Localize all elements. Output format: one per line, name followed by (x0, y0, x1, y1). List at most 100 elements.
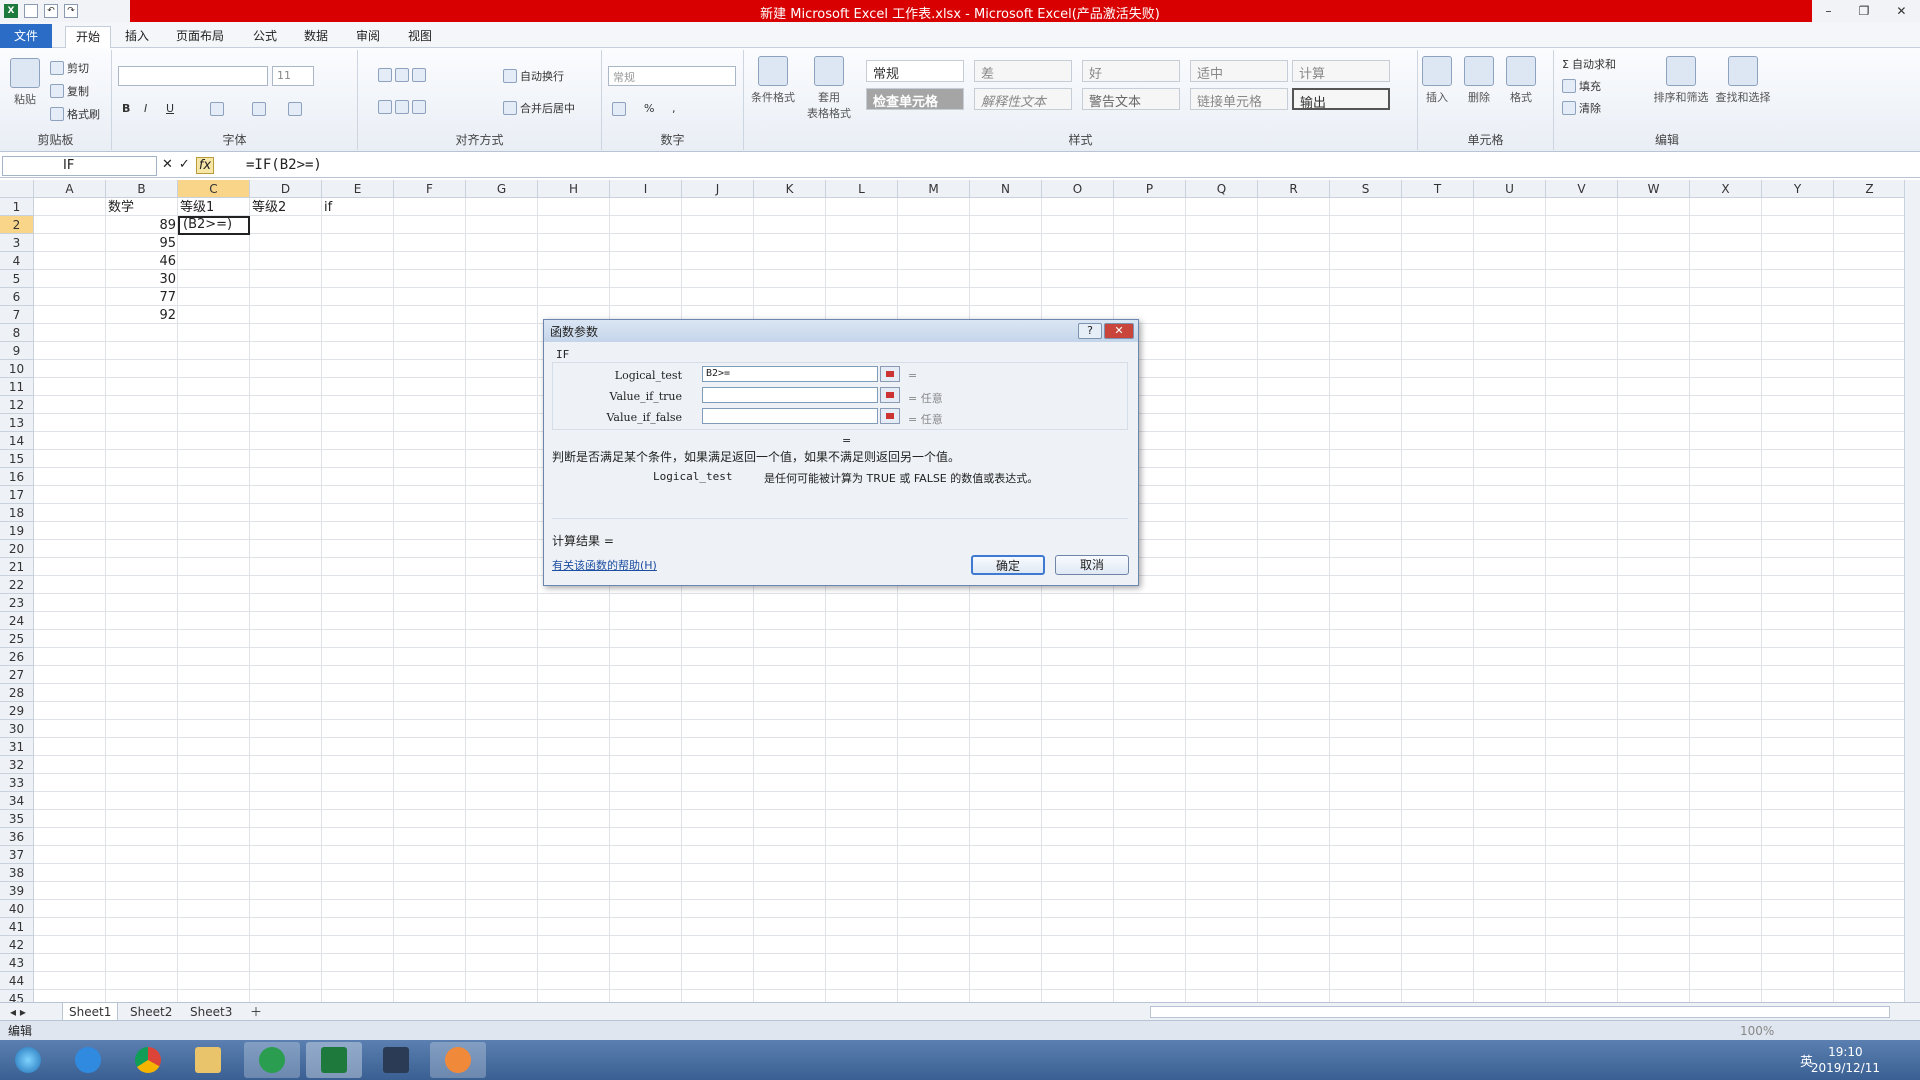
find-select-button[interactable]: 查找和选择 (1710, 56, 1776, 105)
autosum-button[interactable]: Σ 自动求和 (1562, 56, 1616, 72)
row-header-13[interactable]: 13 (0, 414, 34, 432)
cell-B4[interactable]: 46 (108, 253, 176, 271)
comma-button[interactable]: , (672, 102, 676, 115)
row-header-3[interactable]: 3 (0, 234, 34, 252)
dialog-close-icon[interactable]: ✕ (1104, 323, 1134, 339)
conditional-format-button[interactable]: 条件格式 (748, 56, 798, 105)
style-calculation[interactable]: 计算 (1292, 60, 1390, 82)
cancel-icon[interactable]: ✕ (162, 157, 173, 174)
row-header-12[interactable]: 12 (0, 396, 34, 414)
tab-view[interactable]: 视图 (398, 26, 442, 48)
row-header-32[interactable]: 32 (0, 756, 34, 774)
close-icon[interactable]: ✕ (1896, 4, 1906, 18)
collapse-dialog-icon[interactable] (880, 366, 900, 382)
style-check-cell[interactable]: 检查单元格 (866, 88, 964, 110)
tab-file[interactable]: 文件 (0, 24, 53, 48)
font-size-combo[interactable]: 11 (272, 66, 314, 86)
style-normal[interactable]: 常规 (866, 60, 964, 82)
column-header-G[interactable]: G (466, 180, 538, 198)
style-neutral[interactable]: 适中 (1190, 60, 1288, 82)
copy-button[interactable]: 复制 (50, 83, 89, 99)
save-icon[interactable] (24, 4, 38, 18)
minimize-icon[interactable]: – (1826, 4, 1832, 18)
column-header-X[interactable]: X (1690, 180, 1762, 198)
column-header-I[interactable]: I (610, 180, 682, 198)
row-header-36[interactable]: 36 (0, 828, 34, 846)
name-box[interactable]: IF (2, 156, 157, 176)
column-header-A[interactable]: A (34, 180, 106, 198)
align-top-button[interactable] (378, 68, 426, 82)
row-header-2[interactable]: 2 (0, 216, 34, 234)
row-header-8[interactable]: 8 (0, 324, 34, 342)
tab-page-layout[interactable]: 页面布局 (166, 26, 234, 48)
row-header-24[interactable]: 24 (0, 612, 34, 630)
column-header-V[interactable]: V (1546, 180, 1618, 198)
value-if-true-input[interactable] (702, 387, 878, 403)
font-name-combo[interactable] (118, 66, 268, 86)
sheet-tab-2[interactable]: Sheet2 (124, 1003, 178, 1021)
start-button[interactable] (0, 1042, 56, 1078)
row-header-7[interactable]: 7 (0, 306, 34, 324)
row-header-20[interactable]: 20 (0, 540, 34, 558)
tab-formulas[interactable]: 公式 (243, 26, 287, 48)
row-header-31[interactable]: 31 (0, 738, 34, 756)
percent-button[interactable]: % (644, 102, 654, 115)
wrap-text-button[interactable]: 自动换行 (503, 68, 564, 84)
explorer-app[interactable] (180, 1042, 236, 1078)
restore-icon[interactable]: ❐ (1859, 4, 1870, 18)
row-header-21[interactable]: 21 (0, 558, 34, 576)
row-header-17[interactable]: 17 (0, 486, 34, 504)
paste-button[interactable]: 粘贴 (0, 58, 50, 107)
column-header-T[interactable]: T (1402, 180, 1474, 198)
row-header-25[interactable]: 25 (0, 630, 34, 648)
cell-B1[interactable]: 数学 (108, 199, 134, 217)
column-header-S[interactable]: S (1330, 180, 1402, 198)
row-header-26[interactable]: 26 (0, 648, 34, 666)
fill-color-button[interactable] (252, 102, 266, 116)
row-header-38[interactable]: 38 (0, 864, 34, 882)
row-header-10[interactable]: 10 (0, 360, 34, 378)
cell-B7[interactable]: 92 (108, 307, 176, 325)
select-all-corner[interactable] (0, 180, 34, 198)
excel-logo-icon[interactable]: X (4, 4, 18, 18)
zoom-level[interactable]: 100% (1740, 1021, 1774, 1041)
dialog-title[interactable]: 函数参数 ? ✕ (544, 320, 1138, 342)
tab-insert[interactable]: 插入 (115, 26, 159, 48)
column-header-Y[interactable]: Y (1762, 180, 1834, 198)
cell-B2[interactable]: 89 (108, 217, 176, 235)
function-help-link[interactable]: 有关该函数的帮助(H) (552, 557, 657, 573)
chrome-app[interactable] (120, 1042, 176, 1078)
column-header-L[interactable]: L (826, 180, 898, 198)
row-header-1[interactable]: 1 (0, 198, 34, 216)
column-header-R[interactable]: R (1258, 180, 1330, 198)
row-header-14[interactable]: 14 (0, 432, 34, 450)
vertical-scrollbar[interactable] (1904, 180, 1920, 1002)
row-header-30[interactable]: 30 (0, 720, 34, 738)
clear-button[interactable]: 清除 (1562, 100, 1601, 116)
column-header-U[interactable]: U (1474, 180, 1546, 198)
column-header-P[interactable]: P (1114, 180, 1186, 198)
cell-B5[interactable]: 30 (108, 271, 176, 289)
row-header-33[interactable]: 33 (0, 774, 34, 792)
row-header-4[interactable]: 4 (0, 252, 34, 270)
italic-button[interactable]: I (144, 102, 147, 115)
cell-C1[interactable]: 等级1 (180, 199, 214, 217)
row-header-45[interactable]: 45 (0, 990, 34, 1002)
column-header-E[interactable]: E (322, 180, 394, 198)
row-header-28[interactable]: 28 (0, 684, 34, 702)
row-header-41[interactable]: 41 (0, 918, 34, 936)
green-app[interactable] (244, 1042, 300, 1078)
ie-app[interactable] (60, 1042, 116, 1078)
underline-button[interactable]: U (166, 102, 174, 115)
row-header-44[interactable]: 44 (0, 972, 34, 990)
column-header-N[interactable]: N (970, 180, 1042, 198)
row-header-35[interactable]: 35 (0, 810, 34, 828)
column-header-C[interactable]: C (178, 180, 250, 198)
cell-D1[interactable]: 等级2 (252, 199, 286, 217)
column-header-W[interactable]: W (1618, 180, 1690, 198)
insert-function-icon[interactable]: fx (195, 157, 215, 174)
format-cells-button[interactable]: 格式 (1496, 56, 1546, 105)
logical-test-input[interactable]: B2>= (702, 366, 878, 382)
worksheet-grid[interactable]: ABCDEFGHIJKLMNOPQRSTUVWXYZ 1 2 3 4 5 6 7 8 9 10 11… (0, 180, 1904, 1002)
row-header-34[interactable]: 34 (0, 792, 34, 810)
